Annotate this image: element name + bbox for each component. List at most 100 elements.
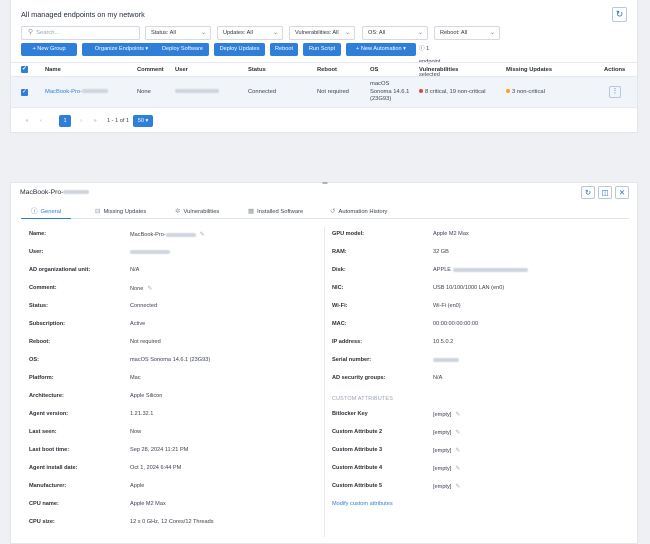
prop-value: N/A: [130, 267, 140, 273]
deploy-software-button[interactable]: Deploy Software: [156, 43, 209, 56]
row-vulnerabilities-text: 8 critical, 19 non-critical: [425, 89, 486, 95]
updates-filter[interactable]: Updates: All ⌄: [217, 26, 283, 40]
prop-value: N/A: [433, 375, 443, 381]
updates-filter-label: Updates: All: [223, 30, 253, 36]
page-number-button[interactable]: 1: [59, 115, 71, 127]
prop-label: Serial number:: [332, 357, 372, 363]
reboot-button[interactable]: Reboot: [270, 43, 298, 56]
table-header: ✓ Name Comment User Status Reboot OS Vul…: [11, 62, 637, 77]
edit-icon[interactable]: ✎: [455, 466, 460, 472]
col-vulnerabilities[interactable]: Vulnerabilities: [419, 67, 458, 73]
select-all-checkbox[interactable]: ✓: [21, 66, 28, 73]
prop-label: IP address:: [332, 339, 363, 345]
search-input[interactable]: ⚲ Search...: [21, 26, 140, 40]
modify-custom-attributes-link[interactable]: Modify custom attributes: [332, 501, 393, 507]
info-icon: ⓘ: [31, 208, 38, 215]
prop-value: Sep 28, 2024 11:21 PM: [130, 447, 189, 453]
warning-dot-icon: [506, 89, 510, 94]
new-automation-button[interactable]: + New Automation ▾: [346, 43, 416, 56]
row-actions-button[interactable]: ⋮: [609, 86, 621, 98]
edit-icon[interactable]: ✎: [455, 484, 460, 490]
custom-attr-text: [empty]: [433, 484, 452, 490]
prop-label: Agent install date:: [29, 465, 78, 471]
prop-value: Mac: [130, 375, 141, 381]
page-range: 1 - 1 of 1: [107, 118, 130, 124]
os-filter[interactable]: OS: All ⌄: [362, 26, 428, 40]
prop-label: Manufacturer:: [29, 483, 67, 489]
prev-page-button[interactable]: ‹: [35, 115, 47, 127]
run-script-button[interactable]: Run Script: [303, 43, 341, 56]
prop-label: Name:: [29, 231, 47, 237]
row-os-line2: Sonoma 14.6.1: [370, 88, 410, 95]
detail-refresh-button[interactable]: ↻: [581, 186, 595, 199]
prop-label: MAC:: [332, 321, 347, 327]
custom-attr-value: [empty] ✎: [433, 447, 460, 454]
prop-value: macOS Sonoma 14.6.1 (23G93): [130, 357, 211, 363]
row-checkbox[interactable]: ✓: [21, 89, 28, 96]
prop-label: Last boot time:: [29, 447, 70, 453]
last-page-button[interactable]: »: [89, 115, 101, 127]
endpoint-name-link[interactable]: MacBook-Pro-: [45, 89, 109, 95]
custom-attr-value: [empty] ✎: [433, 483, 460, 490]
tab-automation-history[interactable]: ↺ Automation History: [330, 205, 387, 219]
col-status[interactable]: Status: [248, 67, 266, 73]
col-user[interactable]: User: [175, 67, 188, 73]
row-vulnerabilities[interactable]: 8 critical, 19 non-critical: [419, 89, 486, 95]
custom-attr-label: Custom Attribute 5: [332, 483, 383, 489]
detail-dock-button[interactable]: ◫: [598, 186, 612, 199]
col-comment[interactable]: Comment: [137, 67, 164, 73]
status-filter[interactable]: Status: All ⌄: [145, 26, 211, 40]
tab-vulnerabilities[interactable]: ✲ Vulnerabilities: [175, 205, 219, 219]
edit-icon[interactable]: ✎: [455, 448, 460, 454]
edit-icon[interactable]: ✎: [455, 430, 460, 436]
chevron-down-icon: ⌄: [489, 30, 495, 36]
refresh-icon: ↻: [584, 188, 592, 197]
refresh-icon: ↻: [615, 9, 624, 19]
new-group-button[interactable]: + New Group: [21, 43, 77, 56]
reboot-filter[interactable]: Reboot: All ⌄: [434, 26, 500, 40]
tab-missing-updates-label: Missing Updates: [103, 209, 147, 215]
prop-disk-text: APPLE: [433, 267, 452, 273]
refresh-button[interactable]: ↻: [612, 7, 627, 22]
prop-value: Wi-Fi (en0): [433, 303, 461, 309]
prop-label: Last seen:: [29, 429, 57, 435]
deploy-updates-button[interactable]: Deploy Updates: [214, 43, 265, 56]
prop-comment-value: None ✎: [130, 285, 152, 292]
edit-icon[interactable]: ✎: [200, 232, 205, 238]
table-row[interactable]: ✓ MacBook-Pro- None Connected Not requir…: [11, 77, 637, 108]
page-size-select[interactable]: 50 ▾: [133, 115, 153, 127]
organize-endpoints-button[interactable]: Organize Endpoints ▾: [82, 43, 161, 56]
tab-general[interactable]: ⓘ General: [21, 205, 71, 219]
first-page-button[interactable]: «: [21, 115, 33, 127]
prop-label: RAM:: [332, 249, 347, 255]
dock-panel-icon: ◫: [601, 188, 609, 197]
edit-icon[interactable]: ✎: [147, 286, 152, 292]
col-os[interactable]: OS: [370, 67, 378, 73]
resize-handle-icon[interactable]: ═: [319, 180, 331, 187]
col-missing-updates[interactable]: Missing Updates: [506, 67, 552, 73]
prop-value: 12 x 0 GHz, 12 Cores/12 Threads: [130, 519, 214, 525]
redacted-text: [452, 267, 528, 272]
redacted-text: [82, 89, 109, 94]
next-page-button[interactable]: ›: [75, 115, 87, 127]
prop-value: 32 GB: [433, 249, 449, 255]
prop-value: USB 10/100/1000 LAN (en0): [433, 285, 505, 291]
prop-label: GPU model:: [332, 231, 365, 237]
tab-missing-updates[interactable]: ⊟ Missing Updates: [95, 205, 146, 219]
tab-installed-software[interactable]: ▦ Installed Software: [248, 205, 303, 219]
col-name[interactable]: Name: [45, 67, 61, 73]
prop-disk-value: APPLE: [433, 267, 528, 273]
custom-attr-value: [empty] ✎: [433, 429, 460, 436]
edit-icon[interactable]: ✎: [455, 412, 460, 418]
redacted-text: [433, 357, 459, 362]
prop-user-value: [130, 249, 170, 255]
col-reboot[interactable]: Reboot: [317, 67, 337, 73]
detail-close-button[interactable]: ✕: [615, 186, 629, 199]
chevron-down-icon: ⌄: [272, 30, 278, 36]
custom-attr-label: Custom Attribute 3: [332, 447, 383, 453]
redacted-text: [63, 190, 90, 195]
custom-attr-text: [empty]: [433, 448, 452, 454]
endpoints-panel: All managed endpoints on my network ↻ ⚲ S…: [10, 0, 638, 133]
vulnerabilities-filter[interactable]: Vulnerabilities: All ⌄: [289, 26, 355, 40]
row-missing-updates[interactable]: 3 non-critical: [506, 89, 545, 95]
